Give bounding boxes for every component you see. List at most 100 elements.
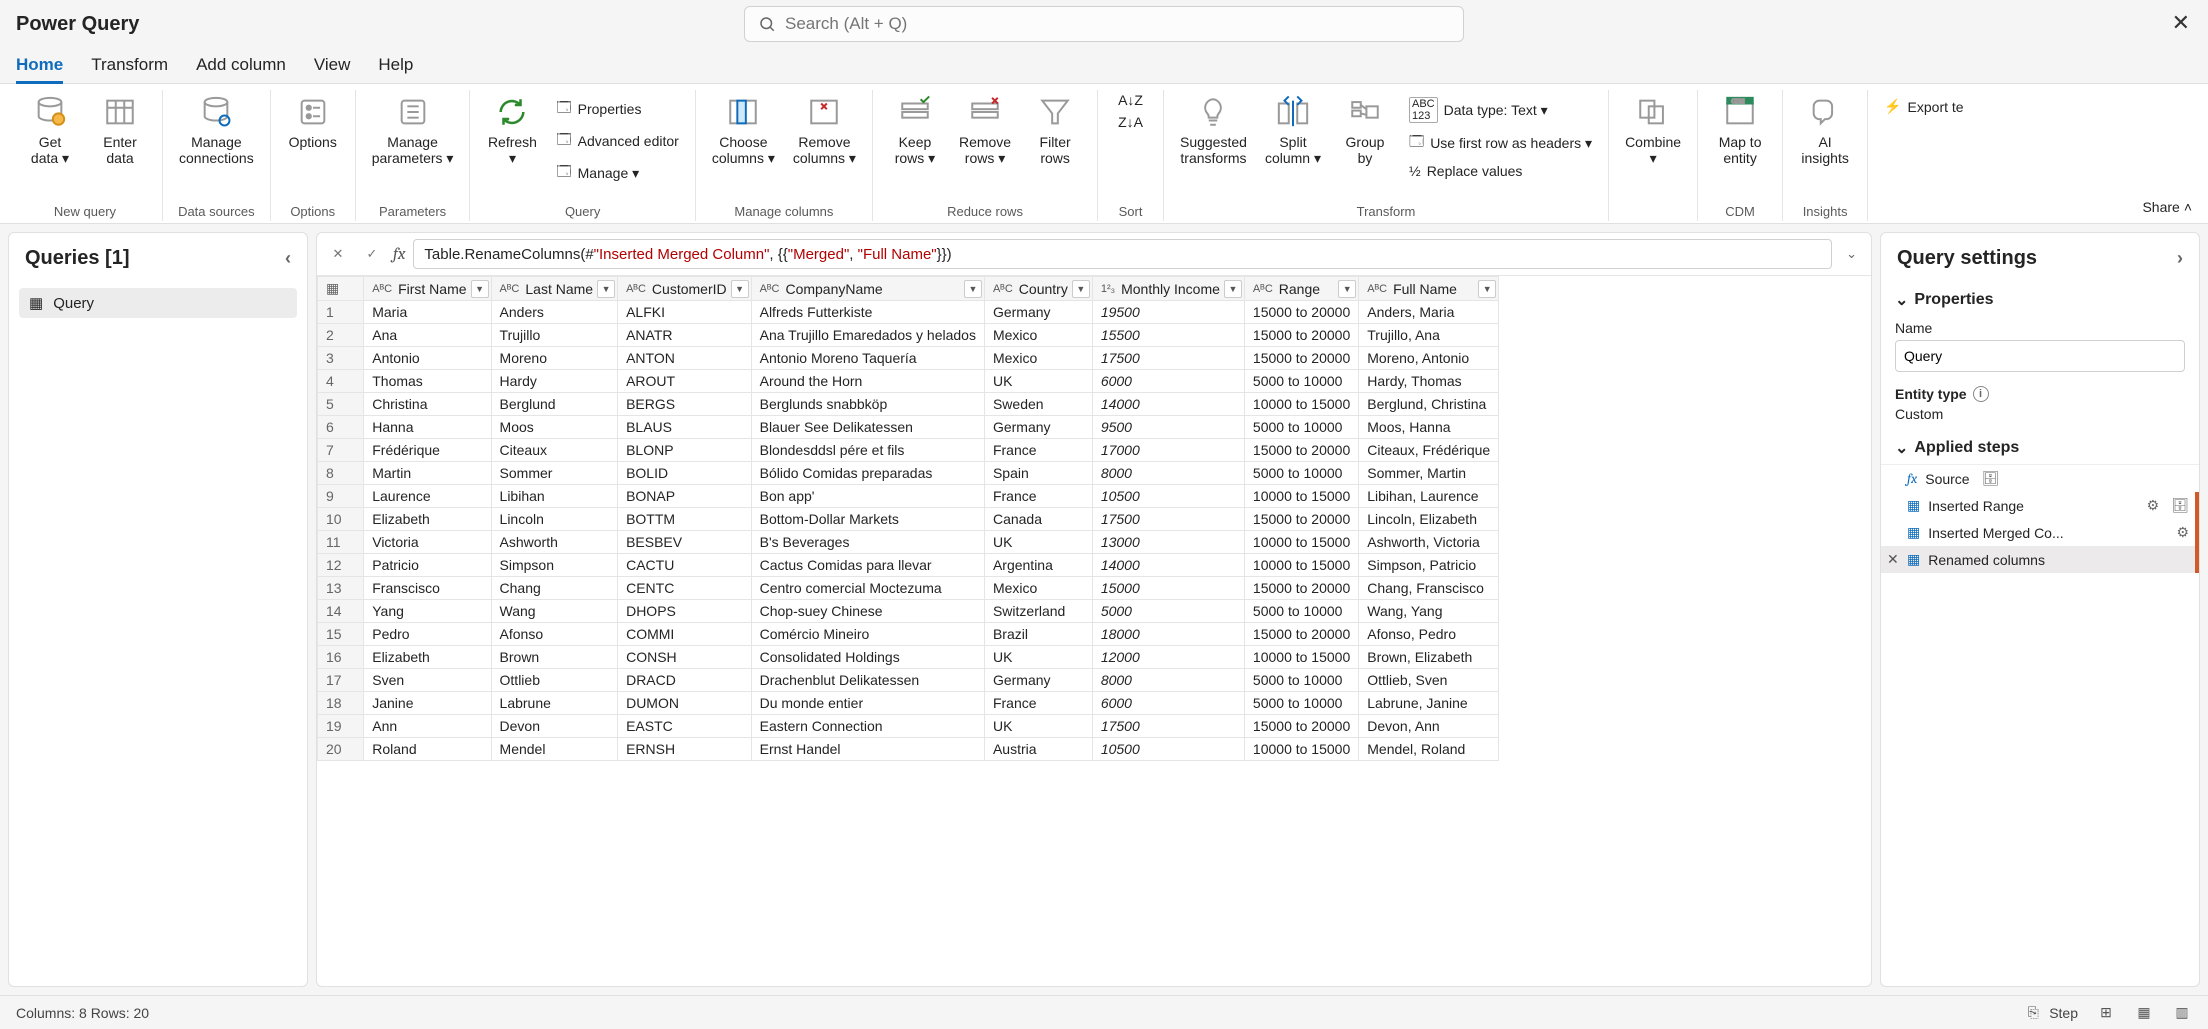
table-row[interactable]: 6HannaMoosBLAUSBlauer See DelikatessenGe… — [318, 416, 1499, 439]
applied-step[interactable]: fxSource🗄 — [1881, 465, 2199, 492]
cell[interactable]: Yang — [364, 600, 491, 623]
row-number[interactable]: 12 — [318, 554, 364, 577]
window-close-button[interactable]: ✕ — [2172, 10, 2190, 36]
keep-rows-button[interactable]: Keep rows ▾ — [883, 90, 947, 170]
cell[interactable]: 9500 — [1092, 416, 1244, 439]
cell[interactable]: Wang — [491, 600, 618, 623]
cell[interactable]: France — [984, 692, 1092, 715]
cell[interactable]: Berglund, Christina — [1359, 393, 1499, 416]
cell[interactable]: 10000 to 15000 — [1244, 554, 1358, 577]
cell[interactable]: Anders — [491, 301, 618, 324]
get-data-button[interactable]: Get data ▾ — [18, 90, 82, 170]
cell[interactable]: Citeaux — [491, 439, 618, 462]
data-grid[interactable]: ▦AᴮCFirst Name▼AᴮCLast Name▼AᴮCCustomerI… — [317, 276, 1499, 761]
manage-button[interactable]: 🗔Manage ▾ — [550, 158, 684, 188]
cell[interactable]: 10500 — [1092, 738, 1244, 761]
cell[interactable]: BESBEV — [618, 531, 752, 554]
cell[interactable]: CACTU — [618, 554, 752, 577]
cell[interactable]: 5000 to 10000 — [1244, 692, 1358, 715]
cell[interactable]: BOLID — [618, 462, 752, 485]
table-row[interactable]: 19AnnDevonEASTCEastern ConnectionUK17500… — [318, 715, 1499, 738]
cell[interactable]: Ashworth — [491, 531, 618, 554]
cell[interactable]: 10500 — [1092, 485, 1244, 508]
gear-icon[interactable]: ⚙ — [2147, 497, 2160, 514]
diagram-view-icon[interactable]: ⊞ — [2096, 1003, 2116, 1023]
cell[interactable]: Drachenblut Delikatessen — [751, 669, 984, 692]
filter-dropdown-icon[interactable]: ▼ — [597, 280, 615, 298]
combine-button[interactable]: Combine ▾ — [1619, 90, 1687, 170]
cell[interactable]: Spain — [984, 462, 1092, 485]
cell[interactable]: 15000 to 20000 — [1244, 715, 1358, 738]
cell[interactable]: BERGS — [618, 393, 752, 416]
cell[interactable]: 5000 to 10000 — [1244, 600, 1358, 623]
cell[interactable]: 5000 to 10000 — [1244, 462, 1358, 485]
cell[interactable]: Simpson — [491, 554, 618, 577]
column-header-customerid[interactable]: AᴮCCustomerID▼ — [618, 277, 752, 301]
cell[interactable]: Elizabeth — [364, 646, 491, 669]
export-button[interactable]: ⚡ Export te — [1878, 90, 1969, 118]
cell[interactable]: 14000 — [1092, 554, 1244, 577]
filter-dropdown-icon[interactable]: ▼ — [731, 280, 749, 298]
row-number[interactable]: 4 — [318, 370, 364, 393]
applied-step[interactable]: ✕▦Renamed columns — [1881, 546, 2199, 573]
row-number[interactable]: 16 — [318, 646, 364, 669]
cell[interactable]: Afonso — [491, 623, 618, 646]
row-number[interactable]: 17 — [318, 669, 364, 692]
cell[interactable]: 15000 to 20000 — [1244, 508, 1358, 531]
cell[interactable]: Switzerland — [984, 600, 1092, 623]
cell[interactable]: Libihan — [491, 485, 618, 508]
cell[interactable]: Citeaux, Frédérique — [1359, 439, 1499, 462]
cell[interactable]: BONAP — [618, 485, 752, 508]
cell[interactable]: 10000 to 15000 — [1244, 485, 1358, 508]
row-number[interactable]: 1 — [318, 301, 364, 324]
cell[interactable]: 12000 — [1092, 646, 1244, 669]
cell[interactable]: 5000 to 10000 — [1244, 669, 1358, 692]
cell[interactable]: Germany — [984, 669, 1092, 692]
cell[interactable]: UK — [984, 370, 1092, 393]
row-number[interactable]: 11 — [318, 531, 364, 554]
cell[interactable]: Alfreds Futterkiste — [751, 301, 984, 324]
cell[interactable]: Argentina — [984, 554, 1092, 577]
cell[interactable]: Devon — [491, 715, 618, 738]
cell[interactable]: Austria — [984, 738, 1092, 761]
cell[interactable]: DUMON — [618, 692, 752, 715]
cell[interactable]: Chang, Franscisco — [1359, 577, 1499, 600]
row-number[interactable]: 7 — [318, 439, 364, 462]
remove-rows-button[interactable]: Remove rows ▾ — [953, 90, 1017, 170]
cell[interactable]: 17500 — [1092, 715, 1244, 738]
table-row[interactable]: 14YangWangDHOPSChop-suey ChineseSwitzerl… — [318, 600, 1499, 623]
table-row[interactable]: 15PedroAfonsoCOMMIComércio MineiroBrazil… — [318, 623, 1499, 646]
split-column-button[interactable]: Split column ▾ — [1259, 90, 1327, 170]
cell[interactable]: CENTC — [618, 577, 752, 600]
manage-parameters-button[interactable]: Manage parameters ▾ — [366, 90, 460, 170]
cell[interactable]: Martin — [364, 462, 491, 485]
filter-dropdown-icon[interactable]: ▼ — [964, 280, 982, 298]
cell[interactable]: Moos, Hanna — [1359, 416, 1499, 439]
cell[interactable]: Eastern Connection — [751, 715, 984, 738]
cell[interactable]: 13000 — [1092, 531, 1244, 554]
table-row[interactable]: 17SvenOttliebDRACDDrachenblut Delikatess… — [318, 669, 1499, 692]
row-number[interactable]: 6 — [318, 416, 364, 439]
cell[interactable]: Mendel — [491, 738, 618, 761]
cell[interactable]: 5000 — [1092, 600, 1244, 623]
row-number[interactable]: 14 — [318, 600, 364, 623]
formula-confirm-icon[interactable]: ✓ — [359, 241, 385, 267]
cell[interactable]: Moreno, Antonio — [1359, 347, 1499, 370]
cell[interactable]: Germany — [984, 416, 1092, 439]
cell[interactable]: Around the Horn — [751, 370, 984, 393]
cell[interactable]: Chang — [491, 577, 618, 600]
cell[interactable]: DRACD — [618, 669, 752, 692]
cell[interactable]: 14000 — [1092, 393, 1244, 416]
cell[interactable]: ANATR — [618, 324, 752, 347]
cell[interactable]: Ashworth, Victoria — [1359, 531, 1499, 554]
cell[interactable]: ALFKI — [618, 301, 752, 324]
cell[interactable]: 15000 to 20000 — [1244, 324, 1358, 347]
row-number[interactable]: 9 — [318, 485, 364, 508]
column-header-monthly-income[interactable]: 1²₃Monthly Income▼ — [1092, 277, 1244, 301]
cell[interactable]: 6000 — [1092, 370, 1244, 393]
cell[interactable]: Ottlieb, Sven — [1359, 669, 1499, 692]
cell[interactable]: Du monde entier — [751, 692, 984, 715]
cell[interactable]: CONSH — [618, 646, 752, 669]
cell[interactable]: Ernst Handel — [751, 738, 984, 761]
map-to-entity-button[interactable]: CDM Map to entity — [1708, 90, 1772, 170]
